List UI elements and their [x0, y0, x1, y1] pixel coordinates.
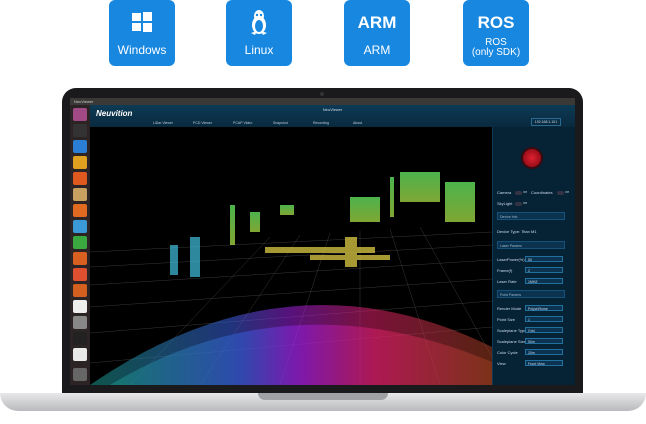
view-label: View [497, 361, 506, 366]
tab-about[interactable]: About [350, 120, 365, 126]
render-mode-label: Render Mode [497, 306, 522, 311]
launcher-trash-icon[interactable] [73, 368, 87, 381]
os-window-title: NeuViewer [74, 99, 94, 104]
point-cloud-render [90, 172, 492, 385]
laser-params-header: Laser Params [497, 241, 565, 249]
tab-pcap-video[interactable]: PCAP Video [230, 120, 255, 126]
os-top-bar: NeuViewer [70, 98, 575, 105]
color-cycle-label: Color Cycle [497, 350, 518, 355]
coordinates-toggle[interactable] [557, 191, 564, 195]
linux-tux-icon [226, 8, 292, 36]
launcher-amazon-icon[interactable] [73, 300, 87, 313]
point-size-select[interactable]: 1 [525, 316, 563, 322]
laser-rate-label: Laser Rate [497, 279, 517, 284]
arm-label: ARM [363, 43, 391, 57]
arm-badge: ARM ARM [344, 0, 410, 66]
launcher-app-icon[interactable] [73, 348, 87, 361]
webcam [320, 92, 324, 96]
camera-label: Camera [497, 190, 512, 195]
windows-icon [109, 8, 175, 36]
ros-title: ROS [477, 13, 515, 32]
launcher-firefox-icon[interactable] [73, 204, 87, 217]
settings-panel: Camera Off Coordinates Off SkyLight Off … [492, 127, 575, 385]
launcher-terminal-icon[interactable] [73, 124, 87, 137]
laser-power-label: LaserPower(%) [497, 257, 525, 262]
camera-toggle[interactable] [515, 191, 522, 195]
launcher-software-icon[interactable] [73, 284, 87, 297]
launcher-ubuntu-icon[interactable] [73, 108, 87, 121]
windows-label: Windows [117, 43, 167, 57]
launcher-app-icon[interactable] [73, 172, 87, 185]
skylight-toggle[interactable] [515, 202, 522, 206]
skylight-off-label: Off [523, 201, 527, 205]
scaleplane-size-label: Scaleplane Size [497, 339, 526, 344]
linux-badge: Linux [226, 0, 292, 66]
scaleplane-size-select[interactable]: 50m [525, 338, 563, 344]
skylight-label: SkyLight [497, 201, 513, 206]
laptop-screen: NeuViewer Neuvition NeuViewer LiDar View… [70, 98, 575, 385]
app-header: Neuvition NeuViewer LiDar Viewer PCD Vie… [90, 105, 575, 127]
ip-address-field[interactable]: 192.168.1.101 [531, 118, 561, 126]
os-launcher [70, 105, 90, 385]
device-type-text: Device Type: Titan M1 [497, 229, 537, 234]
laptop-notch [258, 393, 388, 400]
launcher-calc-icon[interactable] [73, 236, 87, 249]
windows-badge: Windows [109, 0, 175, 66]
app-title: NeuViewer [322, 107, 343, 112]
ros-label: ROS (only SDK) [471, 37, 521, 58]
device-info-header: Device Info [497, 212, 565, 220]
launcher-app-icon[interactable] [73, 140, 87, 153]
point-cloud-viewport[interactable] [90, 127, 492, 385]
launcher-settings-icon[interactable] [73, 316, 87, 329]
point-size-label: Point Size [497, 317, 516, 322]
launcher-files-icon[interactable] [73, 188, 87, 201]
launcher-app-icon[interactable] [73, 156, 87, 169]
laser-power-input[interactable]: 50 [525, 256, 563, 262]
view-select[interactable]: Front View [525, 360, 563, 366]
linux-label: Linux [244, 43, 274, 57]
ros-badge: ROS ROS (only SDK) [463, 0, 529, 66]
launcher-writer-icon[interactable] [73, 220, 87, 233]
tab-lidar-viewer[interactable]: LiDar Viewer [150, 120, 176, 126]
point-params-header: Point Params [497, 290, 565, 298]
scaleplane-type-select[interactable]: Grid [525, 327, 563, 333]
camera-off-label: Off [523, 190, 527, 194]
laser-rate-select[interactable]: 1MHZ [525, 278, 563, 284]
tab-pcd-viewer[interactable]: PCD Viewer [190, 120, 215, 126]
frame-label: Frame(f) [497, 268, 513, 273]
launcher-impress-icon[interactable] [73, 252, 87, 265]
scaleplane-type-label: Scaleplane Type [497, 328, 527, 333]
render-mode-select[interactable]: PolychRome [525, 305, 563, 311]
record-button[interactable] [521, 147, 543, 169]
tab-snapshot[interactable]: Snapshot [270, 120, 291, 126]
coordinates-label: Coordinates [531, 190, 553, 195]
arm-title: ARM [357, 13, 397, 32]
coordinates-off-label: Off [565, 190, 569, 194]
launcher-app-icon[interactable] [73, 268, 87, 281]
color-cycle-select[interactable]: 20m [525, 349, 563, 355]
tab-recording[interactable]: Recording [310, 120, 332, 126]
launcher-app-icon[interactable] [73, 332, 87, 345]
frame-select[interactable]: 2 [525, 267, 563, 273]
